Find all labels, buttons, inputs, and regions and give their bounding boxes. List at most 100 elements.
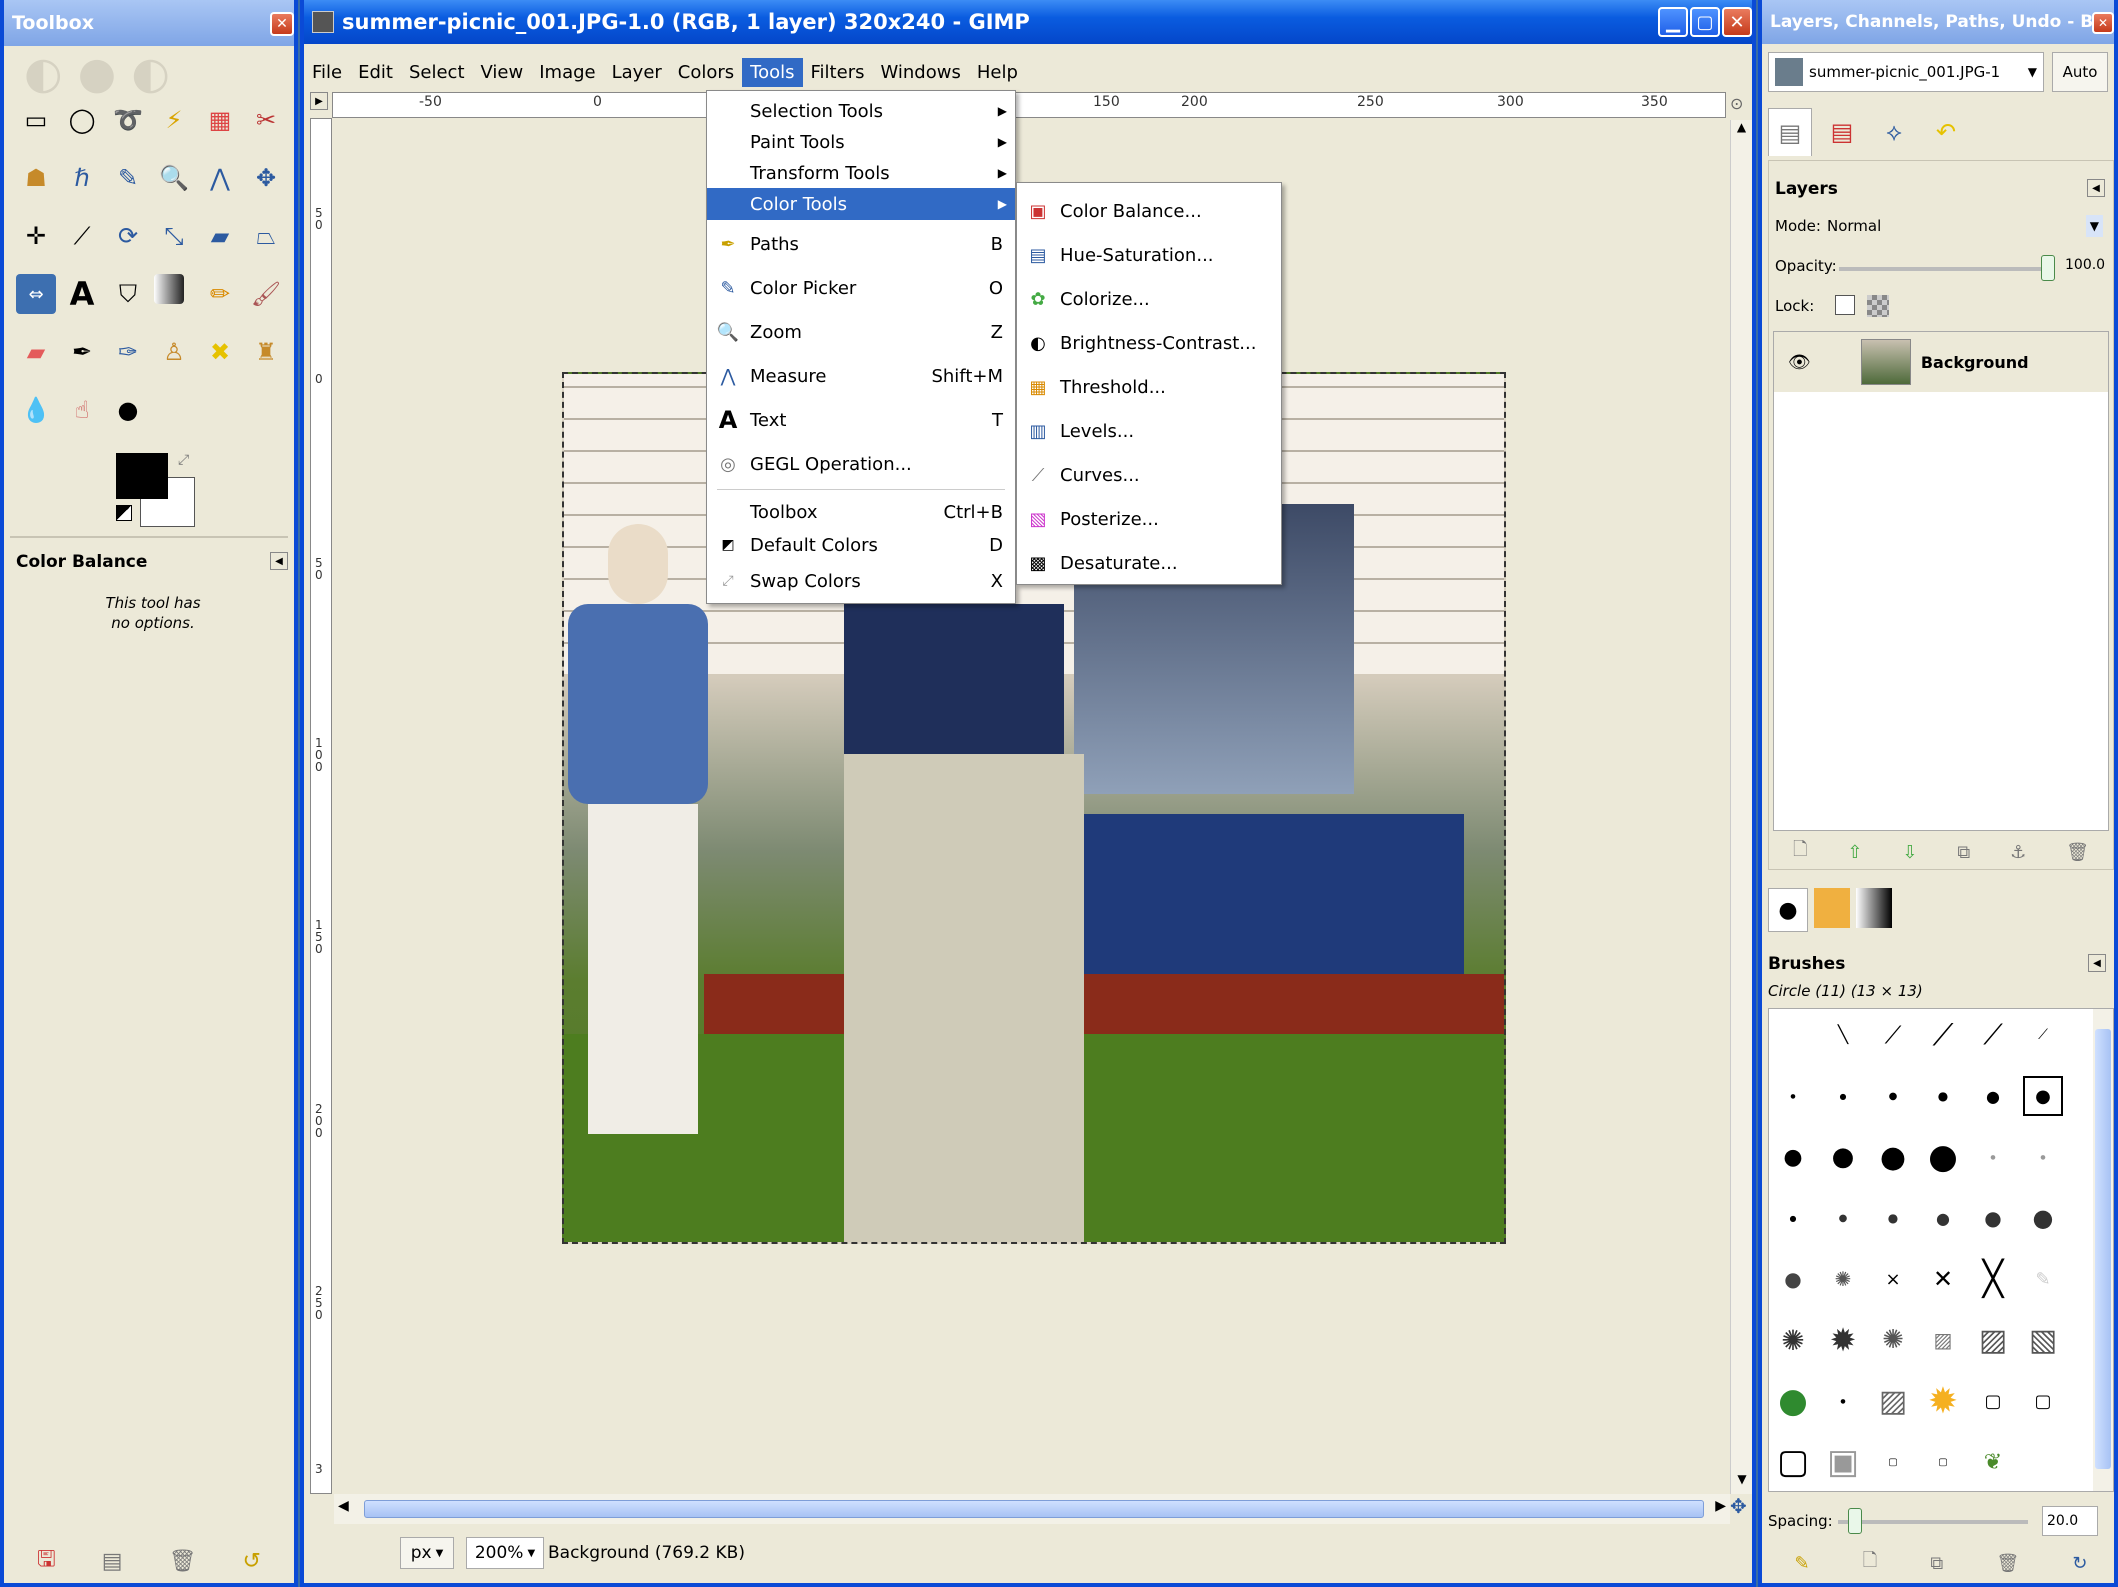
brush-item[interactable]: ▧ (2023, 1320, 2063, 1360)
edit-brush-icon[interactable]: ✎ (1795, 1553, 1810, 1574)
patterns-tab-icon[interactable] (1814, 888, 1850, 928)
brush-item[interactable]: ▨ (1923, 1320, 1963, 1360)
menu-item-color-tools[interactable]: Color Tools ▶ (707, 188, 1015, 220)
brush-item[interactable]: ● (1923, 1198, 1963, 1238)
brush-item[interactable]: ▢ (2023, 1381, 2063, 1421)
mode-select[interactable]: Normal ▼ (1821, 211, 2107, 241)
opacity-slider[interactable] (1839, 255, 2055, 281)
brush-item[interactable]: ● (1873, 1198, 1913, 1238)
brush-item[interactable]: ▣ (1823, 1442, 1863, 1482)
airbrush-tool-icon[interactable]: ✒ (62, 332, 102, 372)
menu-item-gegl-operation[interactable]: ◎ GEGL Operation... (707, 444, 1015, 484)
menu-item-paths[interactable]: ✒ Paths B (707, 224, 1015, 264)
horizontal-scrollbar[interactable]: ◀ ▶ (334, 1494, 1730, 1524)
menu-item-paint-tools[interactable]: Paint Tools ▶ (707, 126, 1015, 158)
bucket-fill-icon[interactable]: ⛉ (108, 274, 148, 314)
default-colors-icon[interactable] (116, 505, 132, 521)
brush-item[interactable]: ✺ (1823, 1259, 1863, 1299)
save-options-icon[interactable]: 🖫 (37, 1542, 56, 1580)
brush-item[interactable]: ● (1823, 1381, 1863, 1421)
menu-file[interactable]: File (304, 58, 350, 87)
menu-item-toolbox[interactable]: Toolbox Ctrl+B (707, 496, 1015, 528)
brush-scroll-thumb[interactable] (2095, 1029, 2111, 1469)
menu-item-hue-saturation[interactable]: ▤ Hue-Saturation... (1017, 235, 1281, 275)
raise-layer-icon[interactable]: ⇧ (1847, 842, 1862, 863)
brush-item[interactable]: ● (1823, 1137, 1863, 1177)
menu-item-color-balance[interactable]: ▣ Color Balance... (1017, 191, 1281, 231)
menu-windows[interactable]: Windows (872, 58, 968, 87)
spacing-input[interactable]: 20.0 (2042, 1506, 2098, 1536)
text-tool-icon[interactable]: A (62, 274, 102, 314)
undo-tab-icon[interactable]: ↶ (1924, 108, 1968, 156)
menu-item-colorize[interactable]: ✿ Colorize... (1017, 279, 1281, 319)
brush-item[interactable]: ● (1773, 1076, 1813, 1116)
smudge-tool-icon[interactable]: ☝ (62, 390, 102, 430)
refresh-brushes-icon[interactable]: ↻ (2072, 1553, 2087, 1574)
lower-layer-icon[interactable]: ⇩ (1902, 842, 1917, 863)
auto-button[interactable]: Auto (2052, 52, 2108, 92)
layers-tab-icon[interactable]: ▤ (1768, 108, 1812, 156)
scroll-right-icon[interactable]: ▶ (1715, 1498, 1726, 1514)
menu-edit[interactable]: Edit (350, 58, 401, 87)
layer-name[interactable]: Background (1921, 353, 2029, 372)
menu-item-measure[interactable]: ⋀ Measure Shift+M (707, 356, 1015, 396)
delete-layer-icon[interactable]: 🗑 (2066, 842, 2089, 863)
ink-tool-icon[interactable]: ✑ (108, 332, 148, 372)
brush-item[interactable]: ✺ (1773, 1320, 1813, 1360)
zoom-tool-icon[interactable]: 🔍 (154, 158, 194, 198)
brush-item[interactable]: ● (1973, 1137, 2013, 1177)
align-tool-icon[interactable]: ✛ (16, 216, 56, 256)
eraser-tool-icon[interactable]: ▰ (16, 332, 56, 372)
brush-item[interactable]: ▢ (1773, 1442, 1813, 1482)
minimize-button[interactable]: ▁ (1658, 7, 1688, 37)
brush-item[interactable]: ● (2023, 1137, 2063, 1177)
menu-item-selection-tools[interactable]: Selection Tools ▶ (707, 95, 1015, 127)
scroll-thumb[interactable] (364, 1500, 1704, 1518)
spacing-slider-handle[interactable] (1848, 1508, 1862, 1534)
image-select[interactable]: summer-picnic_001.JPG-1 ▼ (1768, 52, 2044, 92)
brush-item[interactable]: ✹ (1823, 1320, 1863, 1360)
perspective-clone-icon[interactable]: ♜ (246, 332, 286, 372)
brush-item-selected[interactable]: ● (2023, 1076, 2063, 1116)
ellipse-select-icon[interactable]: ◯ (62, 100, 102, 140)
navigate-corner-icon[interactable]: ⊙ (1730, 94, 1743, 113)
color-picker-tool-icon[interactable]: ✎ (108, 158, 148, 198)
scroll-left-icon[interactable]: ◀ (338, 1498, 349, 1514)
measure-tool-icon[interactable]: ⋀ (200, 158, 240, 198)
brush-item[interactable]: ● (1773, 1137, 1813, 1177)
anchor-layer-icon[interactable]: ⚓ (2010, 842, 2026, 863)
menu-item-threshold[interactable]: ▦ Threshold... (1017, 367, 1281, 407)
paths-tab-icon[interactable]: ⟡ (1872, 108, 1916, 156)
layer-row[interactable]: 👁 Background (1774, 332, 2108, 392)
scroll-down-icon[interactable]: ▼ (1731, 1472, 1753, 1494)
brush-item[interactable]: ● (1773, 1259, 1813, 1299)
quick-mask-corner[interactable]: ▶ (310, 92, 328, 110)
visibility-eye-icon[interactable]: 👁 (1788, 352, 1811, 373)
vertical-scrollbar[interactable]: ▲ ▼ (1730, 120, 1752, 1494)
vine-brush-icon[interactable]: ❦ (1973, 1442, 2013, 1482)
brush-item[interactable]: ● (1873, 1137, 1913, 1177)
brush-item[interactable]: × (1873, 1259, 1913, 1299)
brush-item[interactable]: ● (1873, 1076, 1913, 1116)
toolbox-titlebar[interactable]: Toolbox (4, 0, 294, 46)
rect-select-icon[interactable]: ▭ (16, 100, 56, 140)
close-button[interactable]: ✕ (1722, 7, 1752, 37)
move-tool-icon[interactable]: ✥ (246, 158, 286, 198)
menu-item-posterize[interactable]: ▧ Posterize... (1017, 499, 1281, 539)
spacing-slider[interactable] (1838, 1508, 2028, 1534)
pepper-brush-icon[interactable]: ● (1773, 1381, 1813, 1421)
menu-tools[interactable]: Tools (742, 57, 803, 87)
gradients-tab-icon[interactable] (1856, 888, 1892, 928)
flip-tool-icon[interactable]: ⇔ (16, 274, 56, 314)
image-titlebar[interactable]: summer-picnic_001.JPG-1.0 (RGB, 1 layer)… (304, 0, 1752, 44)
restore-options-icon[interactable]: ▤ (102, 1549, 123, 1574)
menu-item-transform-tools[interactable]: Transform Tools ▶ (707, 157, 1015, 189)
blend-tool-icon[interactable] (154, 274, 184, 304)
new-brush-icon[interactable]: 🗋 (1863, 1548, 1877, 1578)
scroll-up-icon[interactable]: ▲ (1731, 120, 1752, 142)
delete-options-icon[interactable]: 🗑 (169, 1549, 197, 1574)
rotate-tool-icon[interactable]: ⟳ (108, 216, 148, 256)
brush-item[interactable]: ✎ (2023, 1259, 2063, 1299)
menu-item-brightness-contrast[interactable]: ◐ Brightness-Contrast... (1017, 323, 1281, 363)
brush-item[interactable]: ⟋ (1973, 1015, 2013, 1055)
